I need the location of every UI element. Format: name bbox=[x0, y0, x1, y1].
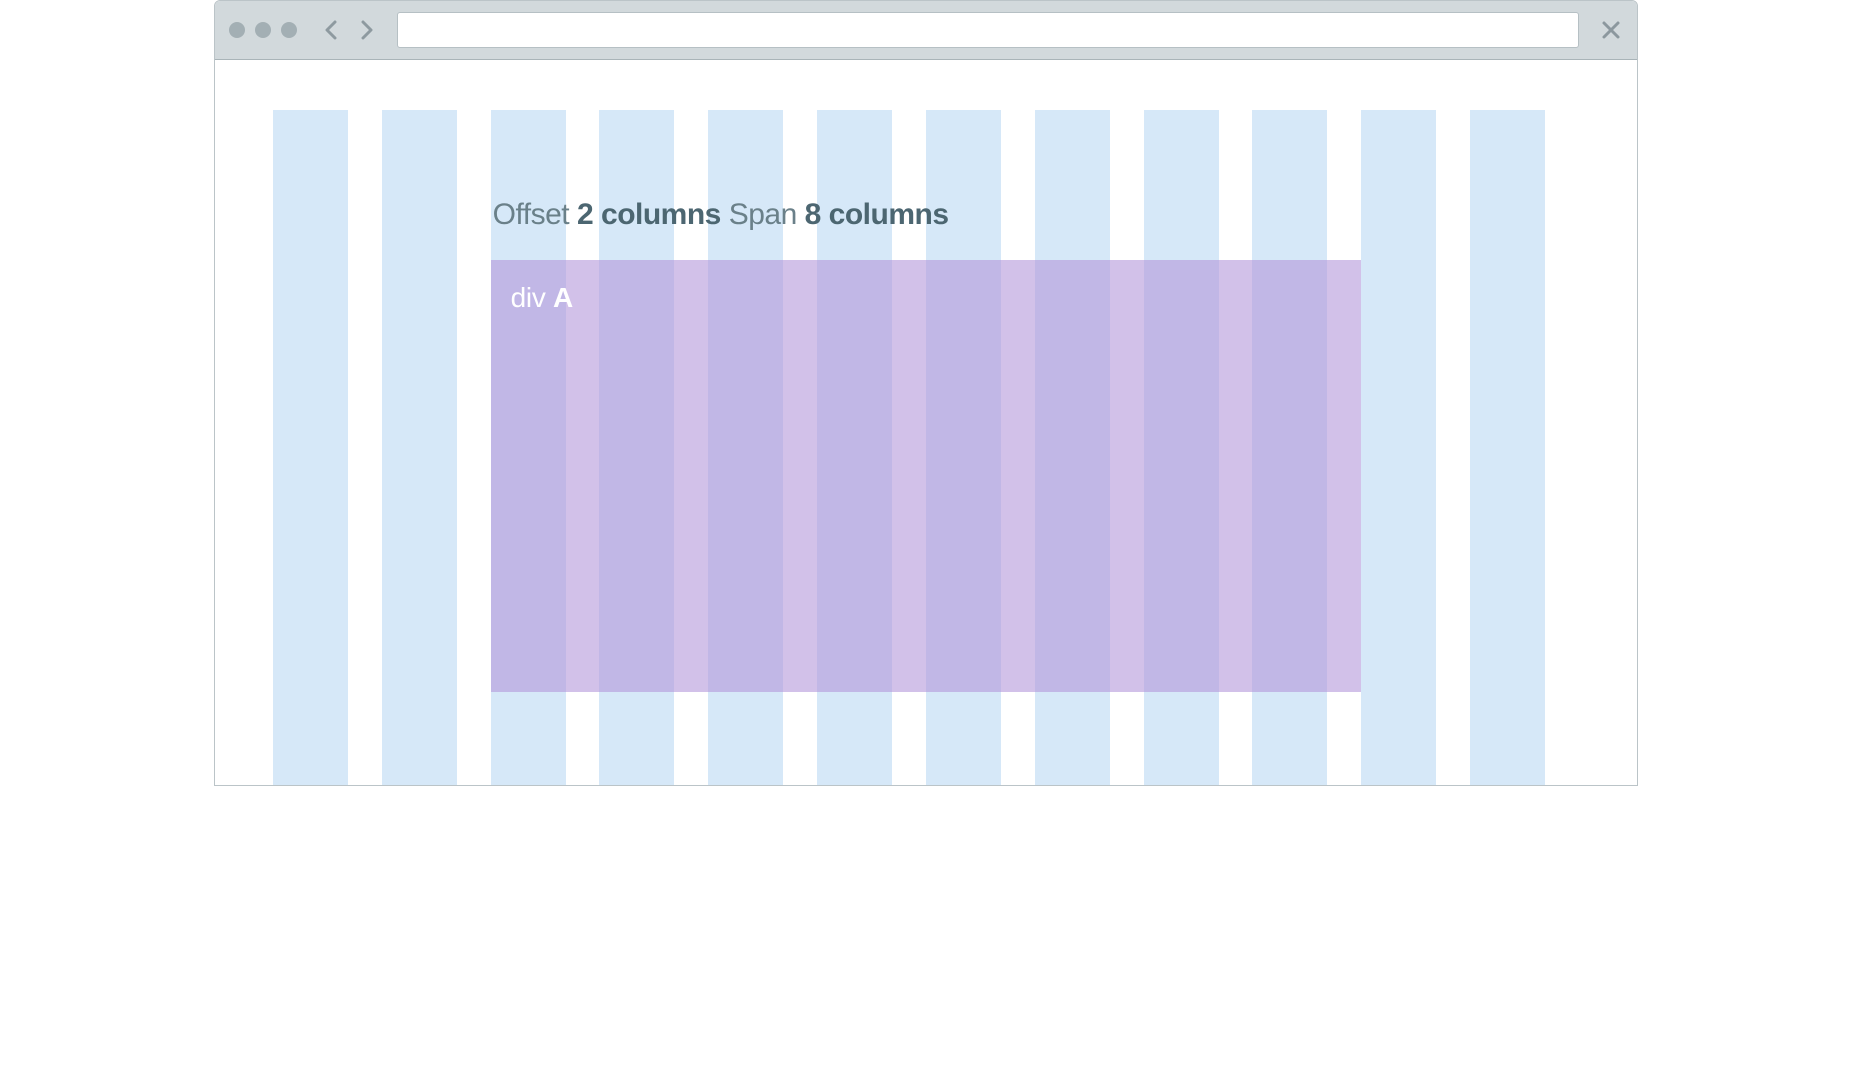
offset-value: 2 columns bbox=[577, 198, 721, 231]
grid-layout-heading: Offset 2 columns Span 8 columns bbox=[491, 198, 1362, 260]
viewport: Offset 2 columns Span 8 columns div A bbox=[215, 60, 1637, 785]
span-value: 8 columns bbox=[805, 198, 949, 231]
browser-frame: Offset 2 columns Span 8 columns div A bbox=[214, 0, 1638, 786]
chevron-left-icon bbox=[325, 20, 337, 40]
browser-chrome bbox=[215, 1, 1637, 60]
nav-arrows bbox=[321, 19, 377, 41]
heading-text: Offset 2 columns Span 8 columns bbox=[493, 198, 1362, 232]
minimize-window-dot[interactable] bbox=[255, 22, 271, 38]
offset-label: Offset bbox=[493, 198, 569, 231]
div-prefix: div bbox=[511, 282, 546, 313]
span-label: Span bbox=[729, 198, 797, 231]
content-grid: Offset 2 columns Span 8 columns div A bbox=[273, 110, 1579, 785]
close-window-dot[interactable] bbox=[229, 22, 245, 38]
forward-button[interactable] bbox=[357, 19, 377, 41]
div-a-box: div A bbox=[491, 260, 1362, 692]
close-tab-button[interactable] bbox=[1599, 18, 1623, 42]
address-bar[interactable] bbox=[397, 12, 1579, 48]
chevron-right-icon bbox=[361, 20, 373, 40]
div-name: A bbox=[553, 282, 573, 313]
maximize-window-dot[interactable] bbox=[281, 22, 297, 38]
close-icon bbox=[1601, 20, 1621, 40]
window-controls bbox=[229, 22, 297, 38]
back-button[interactable] bbox=[321, 19, 341, 41]
